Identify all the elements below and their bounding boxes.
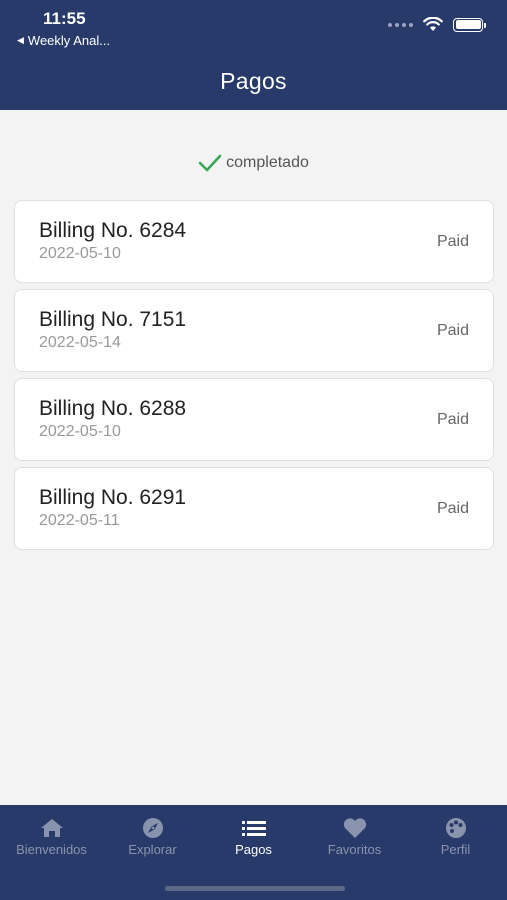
billing-number: Billing No. 6291 xyxy=(39,486,187,509)
payment-status: Paid xyxy=(436,500,469,517)
tab-label: Bienvenidos xyxy=(16,842,87,857)
payment-status: Paid xyxy=(436,411,469,428)
payment-status: Paid xyxy=(436,322,469,339)
payment-card[interactable]: Billing No. 6288 2022-05-10 Paid xyxy=(14,378,494,461)
back-to-app-button[interactable]: ◀ Weekly Anal... xyxy=(17,33,110,48)
status-time: 11:55 xyxy=(43,9,86,28)
payment-card[interactable]: Billing No. 6291 2022-05-11 Paid xyxy=(14,467,494,550)
billing-date: 2022-05-14 xyxy=(39,334,121,351)
back-app-label: Weekly Anal... xyxy=(27,33,111,48)
battery-icon xyxy=(453,17,486,32)
back-triangle-icon: ◀ xyxy=(17,35,24,45)
billing-number: Billing No. 6284 xyxy=(39,219,187,242)
tab-bar: Bienvenidos Explorar Pagos Favoritos Per… xyxy=(0,805,507,900)
payment-card[interactable]: Billing No. 7151 2022-05-14 Paid xyxy=(14,289,494,372)
list-icon xyxy=(241,821,266,836)
tab-label: Perfil xyxy=(440,842,471,857)
billing-number: Billing No. 6288 xyxy=(39,397,187,420)
payment-card[interactable]: Billing No. 6284 2022-05-10 Paid xyxy=(14,200,494,283)
cellular-dots-icon xyxy=(388,22,413,27)
home-indicator[interactable] xyxy=(165,886,345,891)
tab-label: Favoritos xyxy=(327,842,382,857)
billing-date: 2022-05-11 xyxy=(39,512,120,529)
filter-label: completado xyxy=(226,154,309,171)
tab-explorar[interactable]: Explorar xyxy=(102,817,203,857)
tab-favoritos[interactable]: Favoritos xyxy=(304,817,405,857)
palette-icon xyxy=(445,818,466,838)
wifi-icon xyxy=(423,17,443,31)
status-filter[interactable]: completado xyxy=(0,153,507,173)
billing-date: 2022-05-10 xyxy=(39,423,121,440)
tab-perfil[interactable]: Perfil xyxy=(405,817,506,857)
checkmark-icon xyxy=(198,154,222,172)
header-bar: 11:55 ◀ Weekly Anal... Pagos xyxy=(0,0,507,110)
page-title: Pagos xyxy=(220,68,287,94)
billing-date: 2022-05-10 xyxy=(39,245,121,262)
heart-icon xyxy=(343,818,366,838)
payment-status: Paid xyxy=(436,233,469,250)
tab-bienvenidos[interactable]: Bienvenidos xyxy=(1,817,102,857)
status-icons xyxy=(388,17,486,32)
tab-pagos[interactable]: Pagos xyxy=(203,817,304,857)
tab-label: Pagos xyxy=(235,842,272,857)
compass-icon xyxy=(142,818,163,838)
tab-label: Explorar xyxy=(128,842,177,857)
billing-number: Billing No. 7151 xyxy=(39,308,187,331)
home-icon xyxy=(40,819,63,837)
